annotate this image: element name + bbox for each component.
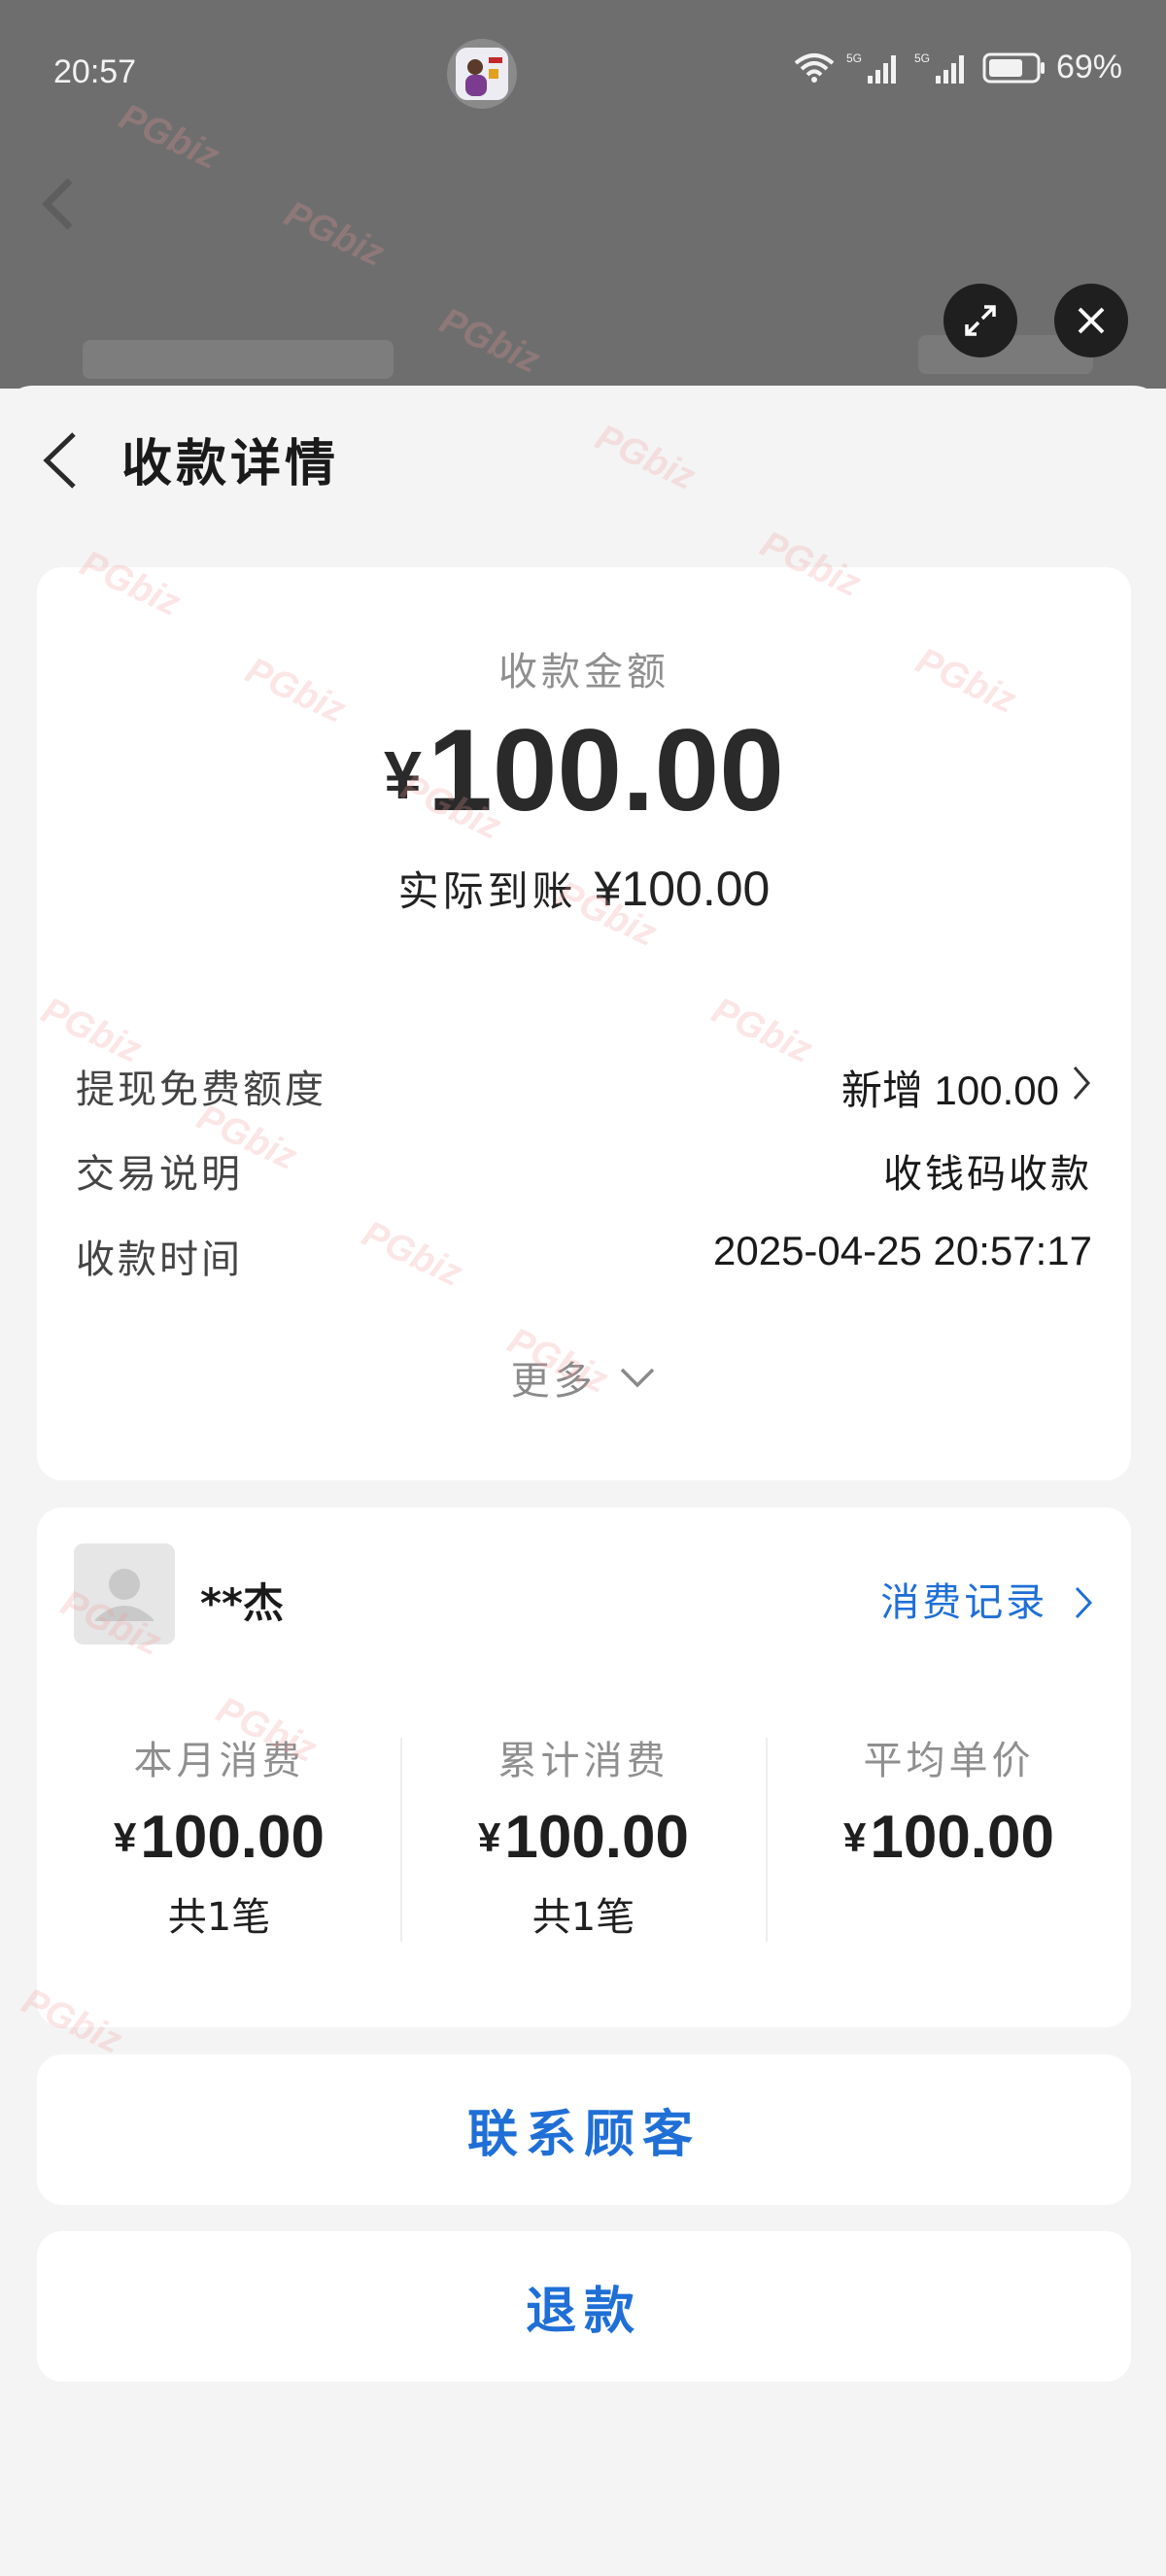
detail-key: 提现免费额度 bbox=[76, 1068, 326, 1112]
page-header: 收款详情 bbox=[0, 386, 1166, 531]
actual-received-value: ¥100.00 bbox=[594, 862, 771, 916]
detail-row-description: 交易说明 收钱码收款 bbox=[76, 1142, 1092, 1201]
chevron-right-icon bbox=[1073, 1067, 1090, 1100]
status-icons: 5G 5G 69% bbox=[792, 49, 1122, 86]
stat-average: 平均单价 ¥100.00 bbox=[767, 1729, 1131, 1885]
wifi-icon bbox=[794, 52, 835, 83]
amount-currency: ¥ bbox=[384, 737, 422, 813]
expand-button[interactable] bbox=[943, 284, 1017, 357]
contact-customer-button[interactable]: 联系顾客 bbox=[37, 2054, 1131, 2205]
stat-value: ¥100.00 bbox=[478, 1804, 689, 1871]
more-label: 更多 bbox=[510, 1359, 597, 1404]
status-time: 20:57 bbox=[53, 53, 137, 90]
back-icon[interactable] bbox=[37, 426, 86, 494]
detail-key: 交易说明 bbox=[76, 1152, 243, 1197]
default-avatar-icon bbox=[74, 1543, 175, 1644]
payment-summary-card: 收款金额 ¥100.00 实际到账 ¥100.00 提现免费额度 新增 100.0… bbox=[37, 567, 1131, 1480]
stat-title: 累计消费 bbox=[497, 1739, 669, 1783]
consumption-record-link[interactable]: 消费记录 bbox=[880, 1571, 1094, 1627]
stat-value: ¥100.00 bbox=[114, 1804, 325, 1871]
consumption-record-label: 消费记录 bbox=[880, 1580, 1048, 1625]
contact-customer-label: 联系顾客 bbox=[466, 2106, 701, 2164]
refund-label: 退款 bbox=[525, 2283, 642, 2341]
expand-icon bbox=[965, 305, 996, 336]
background-blurred-bar bbox=[83, 340, 394, 379]
battery-percentage: 69% bbox=[1055, 49, 1122, 85]
stat-total: 累计消费 ¥100.00 共1笔 bbox=[401, 1729, 766, 1942]
stat-count: 共1笔 bbox=[532, 1895, 635, 1940]
detail-value: 2025-04-25 20:57:17 bbox=[713, 1228, 1092, 1273]
stat-title: 平均单价 bbox=[863, 1739, 1035, 1783]
refund-button[interactable]: 退款 bbox=[37, 2231, 1131, 2382]
actual-received-label: 实际到账 bbox=[397, 867, 577, 915]
amount-value: 100.00 bbox=[427, 705, 784, 835]
cellular-signal-2-icon: 5G bbox=[914, 51, 964, 84]
payment-detail-sheet: 收款详情 收款金额 ¥100.00 实际到账 ¥100.00 提现免费额度 新增 … bbox=[0, 386, 1166, 2576]
stat-title: 本月消费 bbox=[133, 1739, 305, 1783]
page-title: 收款详情 bbox=[121, 435, 340, 493]
app-badge bbox=[447, 39, 517, 109]
detail-row-time: 收款时间 2025-04-25 20:57:17 bbox=[76, 1228, 1092, 1286]
close-icon bbox=[1078, 307, 1105, 334]
chevron-down-icon bbox=[621, 1368, 655, 1388]
actual-received: 实际到账 ¥100.00 bbox=[37, 859, 1131, 918]
stat-this-month: 本月消费 ¥100.00 共1笔 bbox=[37, 1729, 401, 1942]
svg-text:5G: 5G bbox=[846, 51, 862, 65]
customer-card: **杰 消费记录 本月消费 ¥100.00 共1笔 累计消费 ¥100.00 共… bbox=[37, 1508, 1131, 2027]
chevron-right-icon bbox=[1075, 1586, 1093, 1619]
app-badge-icon bbox=[456, 48, 508, 100]
background-back-icon bbox=[42, 178, 73, 230]
battery-icon bbox=[982, 52, 1045, 83]
customer-name: **杰 bbox=[200, 1579, 284, 1627]
svg-text:5G: 5G bbox=[914, 51, 930, 65]
amount-label: 收款金额 bbox=[498, 650, 669, 695]
detail-key: 收款时间 bbox=[76, 1237, 243, 1282]
detail-row-withdraw-quota[interactable]: 提现免费额度 新增 100.00 bbox=[76, 1058, 1092, 1116]
stat-value: ¥100.00 bbox=[843, 1804, 1054, 1871]
detail-value: 新增 100.00 bbox=[840, 1068, 1059, 1113]
close-button[interactable] bbox=[1054, 284, 1128, 357]
stat-count: 共1笔 bbox=[167, 1895, 271, 1940]
cellular-signal-icon: 5G bbox=[846, 51, 896, 84]
status-bar: 20:57 5G 5G 69% bbox=[0, 0, 1166, 146]
avatar bbox=[74, 1543, 175, 1644]
payment-amount: ¥100.00 bbox=[37, 703, 1131, 837]
detail-value: 收钱码收款 bbox=[883, 1152, 1092, 1197]
more-button[interactable]: 更多 bbox=[37, 1349, 1131, 1406]
